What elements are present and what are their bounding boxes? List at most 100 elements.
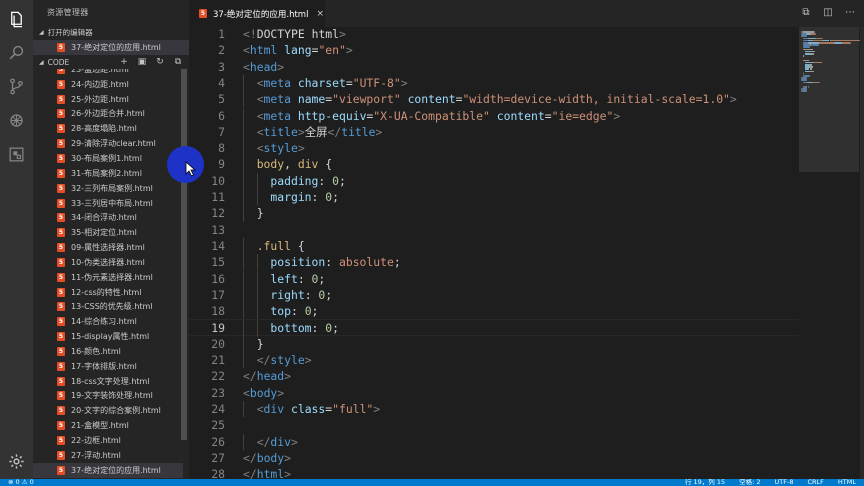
code-line[interactable]: 7 <title>全屏</title> bbox=[189, 123, 799, 141]
minimap-line bbox=[821, 61, 823, 64]
file-tree-item[interactable]: 5 34-闭合浮动.html bbox=[33, 210, 183, 225]
code-line[interactable]: 6 <meta http-equiv="X-UA-Compatible" cont… bbox=[189, 107, 799, 124]
file-tree-item[interactable]: 5 09-属性选择器.html bbox=[33, 240, 183, 255]
minimap[interactable] bbox=[799, 27, 864, 479]
code-line[interactable]: 26 </div> bbox=[189, 433, 799, 450]
line-number: 28 bbox=[211, 467, 225, 479]
file-tree-item[interactable]: 5 32-三列布局案例.html bbox=[33, 181, 183, 196]
file-tree-item[interactable]: 5 27-浮动.html bbox=[33, 448, 183, 463]
code-line[interactable]: 21 </style> bbox=[189, 352, 799, 369]
collapse-all-icon[interactable]: ⧉ bbox=[173, 57, 183, 67]
debug-icon[interactable] bbox=[0, 105, 33, 135]
file-tree-item[interactable]: 5 26-外边距合并.html bbox=[33, 107, 183, 122]
open-preview-icon[interactable]: ⧉ bbox=[800, 7, 812, 19]
file-tree-item[interactable]: 5 24-内边距.html bbox=[33, 77, 183, 92]
split-editor-icon[interactable]: ◫ bbox=[822, 7, 834, 19]
code-line[interactable]: 25 bbox=[189, 417, 799, 433]
open-editors-label: 打开的编辑器 bbox=[47, 27, 93, 37]
line-number: 20 bbox=[211, 336, 225, 351]
file-tree-item[interactable]: 5 19-文字装饰处理.html bbox=[33, 389, 183, 404]
settings-gear-icon[interactable] bbox=[0, 446, 33, 476]
code-line[interactable]: 9 body, div { bbox=[189, 156, 799, 173]
file-tree-item[interactable]: 5 35-相对定位.html bbox=[33, 225, 183, 240]
encoding[interactable]: UTF-8 bbox=[775, 479, 794, 486]
file-tree-item[interactable]: 5 33-三列居中布局.html bbox=[33, 196, 183, 211]
code-line[interactable]: 11 margin: 0; bbox=[189, 189, 799, 206]
file-tree-item[interactable]: 5 28-高度塌陷.html bbox=[33, 121, 183, 136]
html5-file-icon: 5 bbox=[57, 391, 65, 401]
code-line[interactable]: 3 <head> bbox=[189, 59, 799, 75]
file-tree-item[interactable]: 5 37-绝对定位的应用.html bbox=[33, 462, 183, 478]
language-mode[interactable]: HTML bbox=[838, 479, 856, 486]
code-line[interactable]: 19 bottom: 0; bbox=[189, 319, 799, 337]
close-icon[interactable]: × bbox=[316, 9, 324, 19]
code-line[interactable]: 16 left: 0; bbox=[189, 270, 799, 287]
code-line[interactable]: 4 <meta charset="UTF-8"> bbox=[189, 74, 799, 92]
search-icon[interactable] bbox=[0, 37, 33, 67]
file-tree-item[interactable]: 5 29-清除浮动clear.html bbox=[33, 136, 183, 151]
code-line[interactable]: 28 </html> bbox=[189, 466, 799, 479]
file-tree-item[interactable]: 5 22-边框.html bbox=[33, 433, 183, 448]
file-tree-item[interactable]: 5 18-css文字处理.html bbox=[33, 374, 183, 389]
file-tree-item[interactable]: 5 15-display属性.html bbox=[33, 329, 183, 344]
line-ending[interactable]: CRLF bbox=[807, 479, 823, 486]
code-line[interactable]: 1 <!DOCTYPE html> bbox=[189, 27, 799, 42]
line-number: 16 bbox=[211, 271, 225, 286]
code-line[interactable]: 22 </head> bbox=[189, 368, 799, 384]
refresh-icon[interactable]: ↻ bbox=[155, 57, 165, 67]
open-editors-section[interactable]: ◢ 打开的编辑器 bbox=[33, 25, 189, 39]
extensions-icon[interactable] bbox=[0, 139, 33, 169]
file-name: 13-CSS的优先级.html bbox=[71, 302, 153, 312]
more-actions-icon[interactable]: ⋯ bbox=[844, 7, 856, 19]
html5-file-icon: 5 bbox=[57, 168, 65, 178]
line-number: 14 bbox=[211, 238, 225, 253]
file-tree-item[interactable]: 5 17-字体排版.html bbox=[33, 359, 183, 374]
file-tree-item[interactable]: 5 16-颜色.html bbox=[33, 344, 183, 359]
code-line[interactable]: 24 <div class="full"> bbox=[189, 400, 799, 418]
file-tree-item[interactable]: 5 20-文字的综合案例.html bbox=[33, 403, 183, 418]
file-tree-item[interactable]: 5 31-布局案例2.html bbox=[33, 166, 183, 181]
explorer-sidebar: 资源管理器 ◢ 打开的编辑器 5 37-绝对定位的应用.html ◢ CODE … bbox=[33, 0, 189, 479]
code-line[interactable]: 8 <style> bbox=[189, 140, 799, 157]
code-folder-header[interactable]: ◢ CODE + ▣ ↻ ⧉ bbox=[33, 55, 189, 69]
code-line[interactable]: 18 top: 0; bbox=[189, 303, 799, 320]
code-line[interactable]: 10 padding: 0; bbox=[189, 172, 799, 189]
code-line[interactable]: 15 position: absolute; bbox=[189, 254, 799, 271]
file-tree-item[interactable]: 5 13-CSS的优先级.html bbox=[33, 300, 183, 315]
file-tree-item[interactable]: 5 10-伪类选择器.html bbox=[33, 255, 183, 270]
status-bar: ⊗ 0 ⚠ 0 行 19，列 15 空格: 2 UTF-8 CRLF HTML bbox=[0, 479, 864, 486]
indentation[interactable]: 空格: 2 bbox=[739, 479, 760, 486]
sidebar-scrollbar[interactable] bbox=[181, 62, 187, 440]
code-line[interactable]: 17 right: 0; bbox=[189, 286, 799, 304]
file-tree-item[interactable]: 5 25-外边距.html bbox=[33, 92, 183, 107]
code-line[interactable]: 20} bbox=[189, 335, 799, 352]
cursor-position[interactable]: 行 19，列 15 bbox=[685, 479, 725, 486]
line-number: 3 bbox=[218, 59, 225, 74]
file-tree-item[interactable]: 5 14-综合练习.html bbox=[33, 314, 183, 329]
open-editor-item[interactable]: 5 37-绝对定位的应用.html bbox=[33, 40, 189, 55]
source-control-icon[interactable] bbox=[0, 71, 33, 101]
new-file-icon[interactable]: + bbox=[119, 57, 129, 67]
problems-indicator[interactable]: ⊗ 0 ⚠ 0 bbox=[8, 479, 34, 486]
code-line[interactable]: 13 bbox=[189, 222, 799, 238]
new-folder-icon[interactable]: ▣ bbox=[137, 57, 147, 67]
minimap-line bbox=[814, 61, 822, 64]
file-tree-item[interactable]: 5 11-伪元素选择器.html bbox=[33, 270, 183, 285]
code-line[interactable]: 5 <meta name="viewport" content="width=de… bbox=[189, 91, 799, 108]
code-line[interactable]: 12} bbox=[189, 205, 799, 222]
explorer-files-icon[interactable] bbox=[0, 4, 33, 34]
file-tree-item[interactable]: 5 12-css的特性.html bbox=[33, 285, 183, 300]
code-line[interactable]: 27 </body> bbox=[189, 450, 799, 466]
code-text: <meta http-equiv="X-UA-Compatible" conte… bbox=[256, 108, 621, 123]
code-line[interactable]: 23 <body> bbox=[189, 385, 799, 401]
tab-active-file[interactable]: 5 37-绝对定位的应用.html × bbox=[189, 0, 325, 27]
code-editor[interactable]: 1 <!DOCTYPE html> 2 <html lang="en"> 3 <head>… bbox=[189, 27, 864, 479]
code-line[interactable]: 14 .full { bbox=[189, 237, 799, 255]
file-name: 26-外边距合并.html bbox=[71, 109, 145, 119]
file-tree-item[interactable]: 5 21-盒模型.html bbox=[33, 418, 183, 433]
minimap-line bbox=[842, 42, 851, 44]
file-tree-item[interactable]: 5 30-布局案例1.html bbox=[33, 151, 183, 166]
code-line[interactable]: 2 <html lang="en"> bbox=[189, 42, 799, 58]
editor-scrollbar[interactable] bbox=[860, 27, 864, 479]
indent-guide bbox=[256, 286, 258, 304]
